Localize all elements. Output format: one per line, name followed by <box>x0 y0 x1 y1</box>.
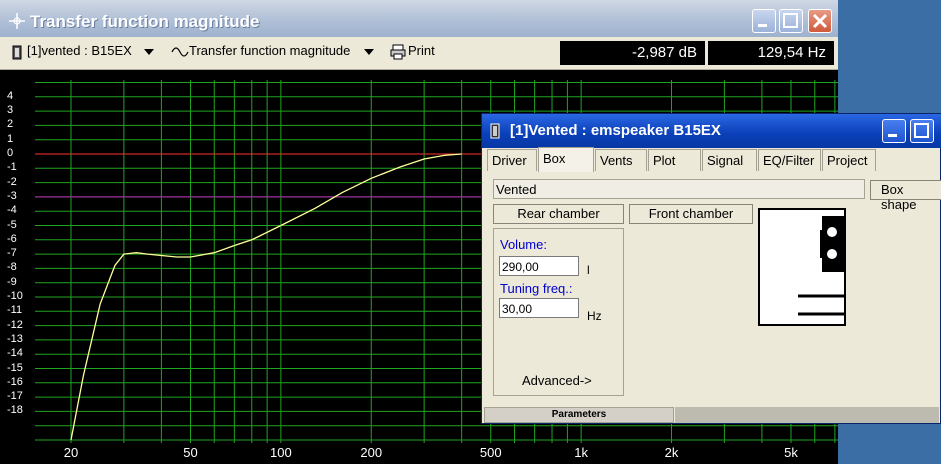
y-tick-label: -1 <box>7 161 17 174</box>
minimize-icon <box>758 24 767 27</box>
source-selector[interactable]: [1]vented : B15EX <box>27 43 132 58</box>
x-tick-label: 500 <box>479 445 502 460</box>
tuning-freq-label: Tuning freq.: <box>500 281 573 296</box>
y-tick-label: -9 <box>7 275 17 288</box>
tuning-freq-unit: Hz <box>587 309 602 323</box>
toolbar: [1]vented : B15EX Transfer function magn… <box>0 37 838 70</box>
y-tick-label: 1 <box>7 132 14 145</box>
y-tick-label: -4 <box>7 204 17 217</box>
y-tick-label: 0 <box>7 147 14 159</box>
minimize-button[interactable] <box>882 119 906 143</box>
rear-chamber-button[interactable]: Rear chamber <box>493 204 624 224</box>
x-tick-label: 5k <box>784 445 798 460</box>
parameters-title-bar[interactable]: [1]Vented : emspeaker B15EX <box>482 114 941 148</box>
y-tick-label: -7 <box>7 247 17 260</box>
tab-vents[interactable]: Vents <box>595 149 647 171</box>
tab-signal[interactable]: Signal <box>702 149 757 171</box>
close-icon <box>812 13 828 29</box>
tab-eq-filter[interactable]: EQ/Filter <box>758 149 821 171</box>
x-tick-label: 1k <box>574 445 588 460</box>
printer-icon <box>390 44 406 60</box>
tab-box[interactable]: Box <box>538 147 594 172</box>
y-tick-label: -12 <box>7 318 23 331</box>
minimize-button[interactable] <box>752 9 776 33</box>
parameters-window-title: [1]Vented : emspeaker B15EX <box>510 122 721 139</box>
plot-selector[interactable]: Transfer function magnitude <box>189 43 350 58</box>
y-tick-label: -10 <box>7 290 23 302</box>
box-diagram <box>758 208 846 326</box>
tuning-freq-input[interactable]: 30,00 <box>499 298 579 318</box>
close-button[interactable] <box>808 9 832 33</box>
maximize-button[interactable] <box>910 119 934 143</box>
minimize-icon <box>888 134 897 137</box>
y-tick-label: -16 <box>7 375 23 388</box>
y-tick-label: 4 <box>7 89 14 102</box>
waveform-icon <box>171 47 189 57</box>
y-tick-label: -13 <box>7 332 23 345</box>
status-empty <box>675 407 939 423</box>
chevron-down-icon[interactable] <box>144 49 154 55</box>
y-tick-label: 2 <box>7 118 14 131</box>
speaker-icon <box>490 123 500 139</box>
y-tick-label: 3 <box>7 104 14 117</box>
tab-plot[interactable]: Plot <box>648 149 701 171</box>
parameters-window: [1]Vented : emspeaker B15EX Driver Box V… <box>481 113 941 424</box>
front-chamber-button[interactable]: Front chamber <box>629 204 753 224</box>
frequency-readout: 129,54 Hz <box>708 41 834 65</box>
volume-input[interactable]: 290,00 <box>499 256 579 276</box>
status-parameters: Parameters <box>484 407 674 423</box>
maximize-icon <box>783 13 798 28</box>
status-bar: Parameters <box>484 407 939 423</box>
y-tick-label: -3 <box>7 189 17 202</box>
x-tick-label: 2k <box>664 445 679 460</box>
y-tick-label: -11 <box>7 304 23 317</box>
y-tick-label: -5 <box>7 218 17 231</box>
volume-unit: l <box>587 263 590 277</box>
y-tick-label: -14 <box>7 347 23 360</box>
chevron-down-icon[interactable] <box>364 49 374 55</box>
tab-project[interactable]: Project <box>822 149 876 171</box>
y-tick-label: -17 <box>7 390 23 403</box>
y-tick-label: -2 <box>7 175 17 188</box>
volume-label: Volume: <box>500 237 547 252</box>
rear-chamber-panel: Volume: 290,00 l Tuning freq.: 30,00 Hz … <box>493 228 624 396</box>
maximize-icon <box>914 123 929 138</box>
speaker-icon <box>12 45 22 60</box>
x-tick-label: 100 <box>270 445 292 460</box>
y-tick-label: -15 <box>7 361 23 374</box>
maximize-button[interactable] <box>779 9 803 33</box>
level-readout: -2,987 dB <box>560 41 705 65</box>
x-tick-label: 20 <box>63 445 79 460</box>
print-button[interactable]: Print <box>408 43 435 58</box>
y-tick-label: -8 <box>7 261 17 274</box>
y-tick-label: -18 <box>7 404 23 417</box>
box-type-field[interactable]: Vented <box>493 179 865 199</box>
crosshair-icon <box>9 13 25 29</box>
box-shape-button[interactable]: Box shape <box>870 180 941 212</box>
speaker-driver-icon <box>798 216 844 316</box>
x-tick-label: 200 <box>360 445 383 460</box>
y-tick-label: -6 <box>7 232 17 245</box>
x-tick-label: 50 <box>183 445 198 460</box>
tab-driver[interactable]: Driver <box>487 149 537 171</box>
window-title: Transfer function magnitude <box>30 12 260 31</box>
advanced-link[interactable]: Advanced-> <box>522 373 592 388</box>
